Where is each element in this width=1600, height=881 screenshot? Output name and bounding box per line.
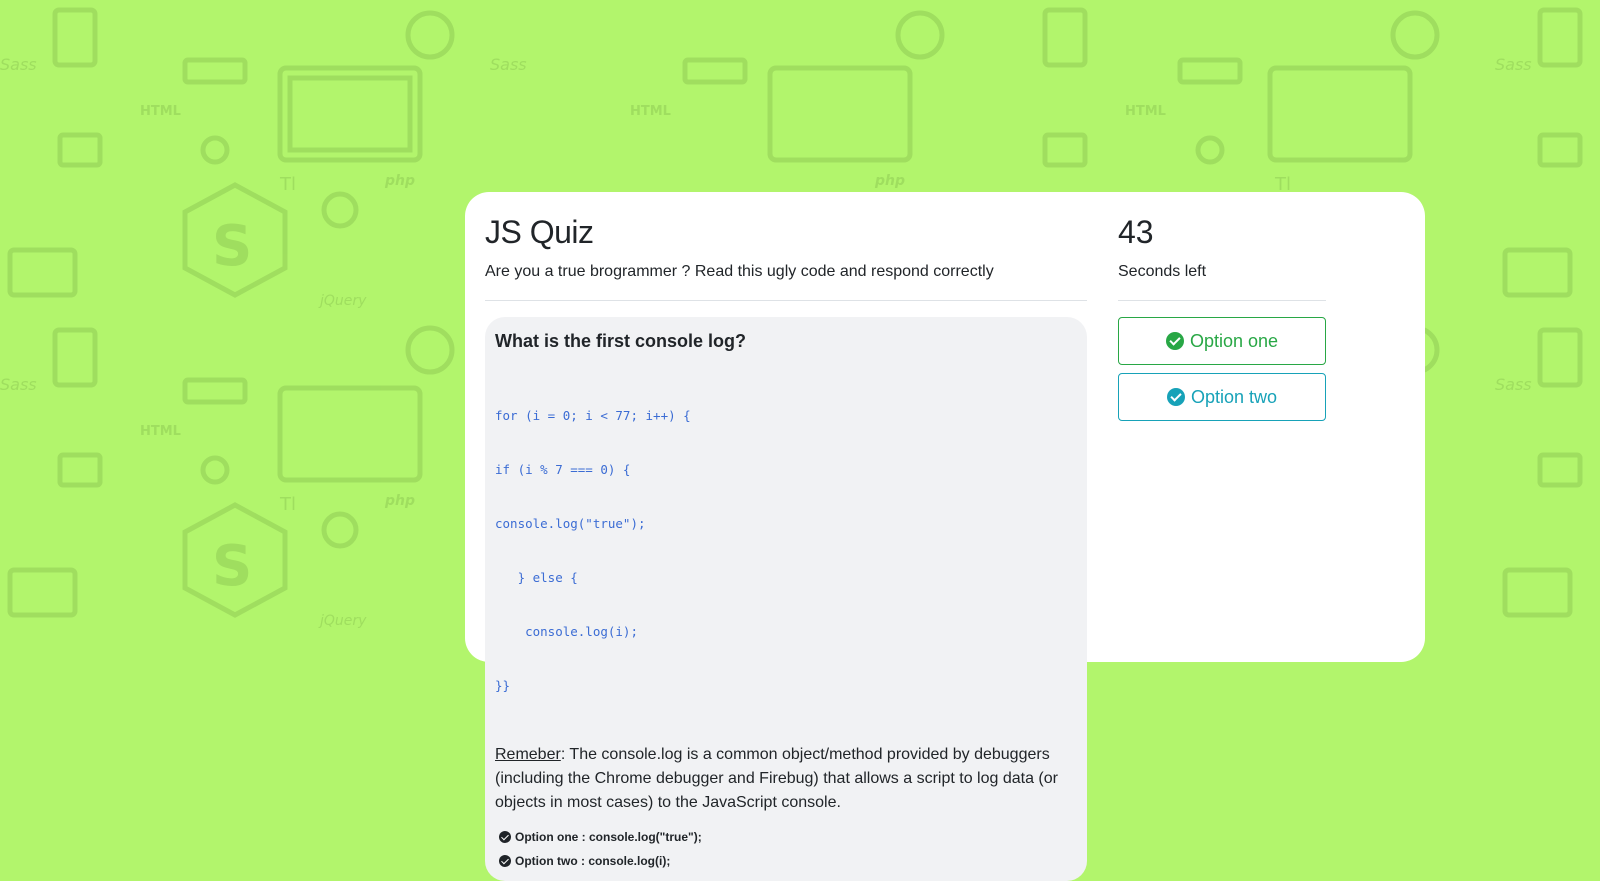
answer-text: Option one : console.log("true"); [515,830,702,844]
answer-item: Option two : console.log(i); [495,853,1077,869]
option-one-button[interactable]: Option one [1118,317,1326,365]
svg-text:Tl: Tl [279,494,296,515]
svg-text:HTML: HTML [140,424,181,439]
svg-text:php: php [874,173,905,189]
reminder-note: Remeber: The console.log is a common obj… [495,743,1077,815]
timer-value: 43 [1118,214,1154,250]
quiz-side-column: 43 Seconds left Option one Option two [1118,212,1326,421]
code-snippet: for (i = 0; i < 77; i++) { if (i % 7 ===… [495,371,1077,731]
svg-text:S: S [212,534,252,599]
answer-item: Option one : console.log("true"); [495,829,1077,845]
code-line: }} [495,678,511,693]
svg-text:Sass: Sass [0,375,37,394]
option-label: Option two [1190,386,1278,407]
svg-text:HTML: HTML [1125,104,1166,119]
code-line: } else { [495,570,578,585]
answer-text: Option two : console.log(i); [515,854,671,868]
svg-text:Tl: Tl [279,174,296,195]
svg-text:Sass: Sass [1495,55,1532,74]
check-circle-icon [499,831,511,843]
svg-text:HTML: HTML [140,104,181,119]
question-title: What is the first console log? [495,331,747,351]
question-panel: What is the first console log? for (i = … [485,317,1087,881]
option-label: Option one [1189,330,1279,351]
svg-text:jQuery: jQuery [318,613,367,629]
reminder-text: : The console.log is a common object/met… [495,746,1058,811]
svg-text:Sass: Sass [0,55,37,74]
answer-list: Option one : console.log("true"); Option… [495,829,1077,869]
check-circle-icon [1165,332,1184,350]
quiz-card: JS Quiz Are you a true brogrammer ? Read… [465,192,1425,881]
timer-label: Seconds left [1118,263,1207,280]
svg-text:php: php [384,173,415,189]
code-line: if (i % 7 === 0) { [495,462,631,477]
svg-text:jQuery: jQuery [318,293,367,309]
quiz-main-column: JS Quiz Are you a true brogrammer ? Read… [485,212,1087,881]
page-title: JS Quiz [485,214,594,250]
svg-text:S: S [212,214,252,279]
svg-text:php: php [384,493,415,509]
timer-divider [1118,300,1326,301]
option-two-button[interactable]: Option two [1118,373,1326,421]
code-line: console.log("true"); [495,516,646,531]
title-divider [485,300,1087,301]
page-subtitle: Are you a true brogrammer ? Read this ug… [485,263,994,280]
code-line: console.log(i); [495,624,638,639]
code-line: for (i = 0; i < 77; i++) { [495,408,691,423]
reminder-term: Remeber [495,746,561,763]
svg-text:Sass: Sass [490,55,527,74]
check-circle-icon [499,855,511,867]
svg-text:Sass: Sass [1495,375,1532,394]
svg-text:HTML: HTML [630,104,671,119]
check-circle-icon [1166,388,1185,406]
